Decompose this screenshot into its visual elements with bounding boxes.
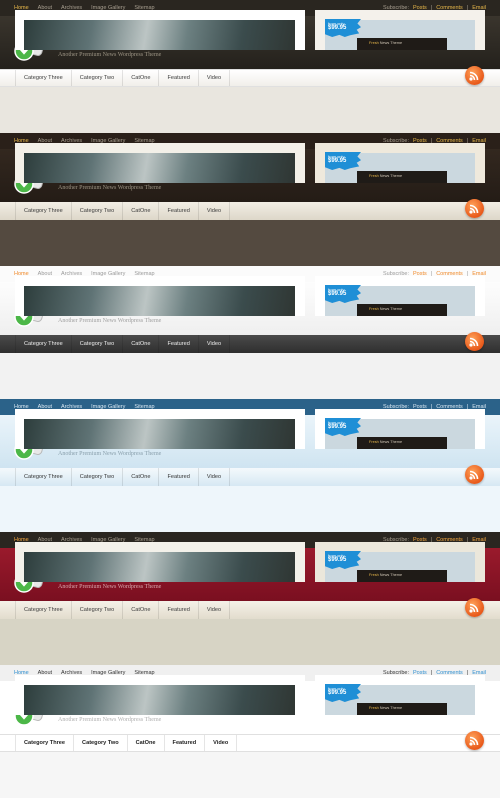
mini-title-highlight: Fresh — [369, 41, 379, 45]
category-tab-catone[interactable]: CatOne — [123, 202, 160, 220]
mini-title-highlight: Fresh — [369, 307, 379, 311]
theme-preview-brown-gold: Home About Archives Image Gallery Sitema… — [0, 133, 500, 266]
category-tab-featured[interactable]: Featured — [159, 468, 199, 486]
mini-theme-preview: Fresh News Theme — [357, 703, 447, 715]
featured-image[interactable] — [24, 153, 295, 183]
category-tab-category-two[interactable]: Category Two — [72, 70, 124, 86]
category-tab-catone[interactable]: CatOne — [123, 468, 160, 486]
mini-title-rest: News Theme — [378, 307, 403, 311]
content-area — [0, 353, 500, 399]
category-nav: Category Three Category Two CatOne Featu… — [0, 335, 500, 353]
content-area — [0, 220, 500, 266]
category-tab-catone[interactable]: CatOne — [123, 335, 160, 353]
rss-feed-icon[interactable] — [465, 731, 484, 750]
badge-price: $99.95 — [328, 557, 347, 563]
category-tab-catone[interactable]: CatOne — [123, 601, 160, 619]
site-tagline: Another Premium News Wordpress Theme — [58, 185, 162, 191]
mini-title-rest: News Theme — [378, 573, 403, 577]
category-tab-video[interactable]: Video — [205, 735, 238, 751]
category-tab-category-two[interactable]: Category Two — [72, 468, 124, 486]
mini-title-highlight: Fresh — [369, 440, 379, 444]
rss-feed-icon[interactable] — [465, 66, 484, 85]
category-tab-featured[interactable]: Featured — [159, 601, 199, 619]
content-area — [0, 486, 500, 532]
category-tab-category-three[interactable]: Category Three — [15, 601, 72, 619]
category-tab-category-two[interactable]: Category Two — [72, 601, 124, 619]
mini-theme-preview: Fresh News Theme — [357, 38, 447, 50]
category-tab-featured[interactable]: Featured — [159, 202, 199, 220]
category-nav: Category Three Category Two CatOne Featu… — [0, 734, 500, 752]
category-tab-category-three[interactable]: Category Three — [15, 70, 72, 86]
mini-theme-preview: Fresh News Theme — [357, 437, 447, 449]
mini-title-rest: News Theme — [378, 41, 403, 45]
badge-price: $99.95 — [328, 158, 347, 164]
mini-title-highlight: Fresh — [369, 706, 379, 710]
theme-variants-stack: Home About Archives Image Gallery Sitema… — [0, 0, 500, 798]
category-tab-featured[interactable]: Featured — [159, 335, 199, 353]
rss-feed-icon[interactable] — [465, 465, 484, 484]
mini-title-rest: News Theme — [378, 706, 403, 710]
category-tab-category-three[interactable]: Category Three — [15, 735, 75, 751]
category-tab-category-three[interactable]: Category Three — [15, 202, 72, 220]
category-tab-catone[interactable]: CatOne — [128, 735, 165, 751]
featured-image[interactable] — [24, 552, 295, 582]
content-area — [0, 87, 500, 133]
theme-preview-white-orange: Home About Archives Image Gallery Sitema… — [0, 266, 500, 399]
category-tab-video[interactable]: Video — [199, 468, 231, 486]
rss-feed-icon[interactable] — [465, 332, 484, 351]
mini-theme-preview: Fresh News Theme — [357, 304, 447, 316]
mini-title-rest: News Theme — [378, 440, 403, 444]
mini-theme-preview: Fresh News Theme — [357, 570, 447, 582]
category-tab-video[interactable]: Video — [199, 601, 231, 619]
content-area — [0, 752, 500, 798]
site-tagline: Another Premium News Wordpress Theme — [58, 584, 162, 590]
site-tagline: Another Premium News Wordpress Theme — [58, 451, 162, 457]
featured-image[interactable] — [24, 20, 295, 50]
site-tagline: Another Premium News Wordpress Theme — [58, 717, 162, 723]
category-tab-category-three[interactable]: Category Three — [15, 335, 72, 353]
category-nav: Category Three Category Two CatOne Featu… — [0, 69, 500, 87]
theme-preview-white-blue: Home About Archives Image Gallery Sitema… — [0, 665, 500, 798]
category-tab-video[interactable]: Video — [199, 335, 231, 353]
site-tagline: Another Premium News Wordpress Theme — [58, 318, 162, 324]
category-tab-catone[interactable]: CatOne — [123, 70, 160, 86]
category-tab-featured[interactable]: Featured — [165, 735, 206, 751]
mini-title-highlight: Fresh — [369, 573, 379, 577]
badge-price: $99.95 — [328, 291, 347, 297]
badge-price: $99.95 — [328, 25, 347, 31]
category-tab-category-two[interactable]: Category Two — [72, 202, 124, 220]
theme-preview-blue: Home About Archives Image Gallery Sitema… — [0, 399, 500, 532]
featured-image[interactable] — [24, 685, 295, 715]
badge-price: $99.95 — [328, 690, 347, 696]
featured-image[interactable] — [24, 419, 295, 449]
mini-title-rest: News Theme — [378, 174, 403, 178]
category-tab-category-two[interactable]: Category Two — [72, 335, 124, 353]
category-tab-video[interactable]: Video — [199, 70, 231, 86]
theme-preview-red: Home About Archives Image Gallery Sitema… — [0, 532, 500, 665]
site-tagline: Another Premium News Wordpress Theme — [58, 52, 162, 58]
category-nav: Category Three Category Two CatOne Featu… — [0, 468, 500, 486]
category-nav: Category Three Category Two CatOne Featu… — [0, 601, 500, 619]
content-area — [0, 619, 500, 665]
theme-preview-dark-brown: Home About Archives Image Gallery Sitema… — [0, 0, 500, 133]
badge-price: $99.95 — [328, 424, 347, 430]
rss-feed-icon[interactable] — [465, 598, 484, 617]
rss-feed-icon[interactable] — [465, 199, 484, 218]
category-tab-category-two[interactable]: Category Two — [74, 735, 128, 751]
category-tab-video[interactable]: Video — [199, 202, 231, 220]
featured-image[interactable] — [24, 286, 295, 316]
mini-title-highlight: Fresh — [369, 174, 379, 178]
category-nav: Category Three Category Two CatOne Featu… — [0, 202, 500, 220]
mini-theme-preview: Fresh News Theme — [357, 171, 447, 183]
category-tab-featured[interactable]: Featured — [159, 70, 199, 86]
category-tab-category-three[interactable]: Category Three — [15, 468, 72, 486]
